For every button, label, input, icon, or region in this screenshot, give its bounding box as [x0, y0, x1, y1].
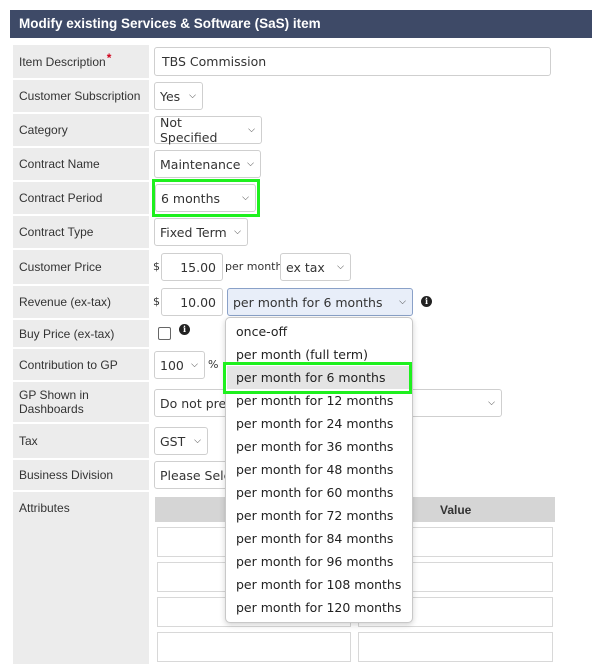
dropdown-option[interactable]: per month for 72 months	[227, 504, 411, 527]
chevron-down-icon: ⌵	[248, 125, 255, 135]
contribution-select[interactable]: 100 ⌵	[154, 351, 205, 379]
currency-symbol: $	[153, 295, 160, 308]
price-unit-text: per month	[225, 260, 283, 273]
customer-price-input[interactable]: 15.00	[161, 253, 223, 281]
label-customer-price: Customer Price	[13, 250, 149, 284]
select-value: 100	[160, 357, 184, 373]
chevron-down-icon: ⌵	[189, 91, 196, 101]
dropdown-option[interactable]: per month for 60 months	[227, 481, 411, 504]
label-gp-dashboards: GP Shown in Dashboards	[13, 382, 149, 422]
label-tax: Tax	[13, 424, 149, 458]
label-customer-subscription: Customer Subscription	[13, 80, 149, 112]
customer-subscription-select[interactable]: Yes ⌵	[154, 82, 203, 110]
label-contract-type: Contract Type	[13, 216, 149, 248]
label-contract-period: Contract Period	[13, 182, 149, 214]
dropdown-option[interactable]: per month for 24 months	[227, 412, 411, 435]
dropdown-option[interactable]: once-off	[227, 320, 411, 343]
revenue-period-select[interactable]: per month for 6 months ⌵	[227, 288, 413, 316]
buy-price-checkbox[interactable]	[158, 327, 171, 340]
label-attributes: Attributes	[13, 492, 149, 664]
info-icon[interactable]: i	[421, 296, 432, 307]
revenue-input[interactable]: 10.00	[161, 288, 223, 316]
selected-option-highlight	[223, 362, 412, 394]
label-revenue: Revenue (ex-tax)	[13, 286, 149, 318]
label-buy-price: Buy Price (ex-tax)	[13, 320, 149, 347]
chevron-down-icon: ⌵	[191, 360, 198, 370]
label-line: GP Shown in	[19, 388, 89, 402]
tax-select[interactable]: GST ⌵	[154, 427, 208, 455]
tax-mode-select[interactable]: ex tax ⌵	[280, 253, 351, 281]
dropdown-option[interactable]: per month for 48 months	[227, 458, 411, 481]
input-value: TBS Commission	[162, 54, 267, 69]
select-value: Maintenance	[160, 156, 241, 172]
select-value: Not Specified	[160, 115, 218, 145]
chevron-down-icon: ⌵	[488, 398, 495, 408]
dropdown-option[interactable]: per month for 96 months	[227, 550, 411, 573]
chevron-down-icon: ⌵	[247, 159, 254, 169]
required-marker: *	[106, 50, 112, 65]
select-value: per month for 6 months	[233, 294, 383, 310]
chevron-down-icon: ⌵	[194, 436, 201, 446]
select-value: Fixed Term	[160, 224, 227, 240]
dropdown-option[interactable]: per month for 108 months	[227, 573, 411, 596]
contract-name-select[interactable]: Maintenance ⌵	[154, 150, 261, 178]
chevron-down-icon: ⌵	[399, 297, 406, 307]
chevron-down-icon: ⌵	[337, 262, 344, 272]
select-value: ex tax	[286, 259, 325, 275]
input-value: 10.00	[180, 294, 216, 310]
dropdown-option[interactable]: per month for 84 months	[227, 527, 411, 550]
chevron-down-icon: ⌵	[234, 227, 241, 237]
item-description-input[interactable]: TBS Commission	[154, 47, 551, 76]
input-value: 15.00	[180, 259, 216, 275]
label-contribution: Contribution to GP	[13, 349, 149, 380]
label-item-description: Item Description *	[13, 45, 149, 78]
contract-type-select[interactable]: Fixed Term ⌵	[154, 218, 248, 246]
dropdown-option[interactable]: per month for 36 months	[227, 435, 411, 458]
category-select[interactable]: Not Specified ⌵	[154, 115, 262, 145]
attribute-name-input[interactable]	[157, 632, 351, 662]
select-value: Yes	[160, 88, 181, 104]
label-business-division: Business Division	[13, 460, 149, 490]
select-value: GST	[160, 433, 186, 449]
value-column-header: Value	[440, 503, 472, 517]
select-value: Do not pres	[160, 395, 233, 411]
page-title: Modify existing Services & Software (SaS…	[10, 10, 592, 38]
currency-symbol: $	[153, 260, 160, 273]
attribute-value-input[interactable]	[358, 632, 553, 662]
select-value: Please Sele	[160, 467, 232, 483]
label-contract-name: Contract Name	[13, 148, 149, 180]
dropdown-option[interactable]: per month for 120 months	[227, 596, 411, 619]
percent-unit: %	[208, 358, 219, 371]
label-line: Dashboards	[19, 402, 84, 416]
info-icon[interactable]: i	[179, 324, 190, 335]
label-text: Item Description	[19, 54, 106, 69]
contract-period-highlight	[152, 179, 260, 217]
label-category: Category	[13, 114, 149, 146]
